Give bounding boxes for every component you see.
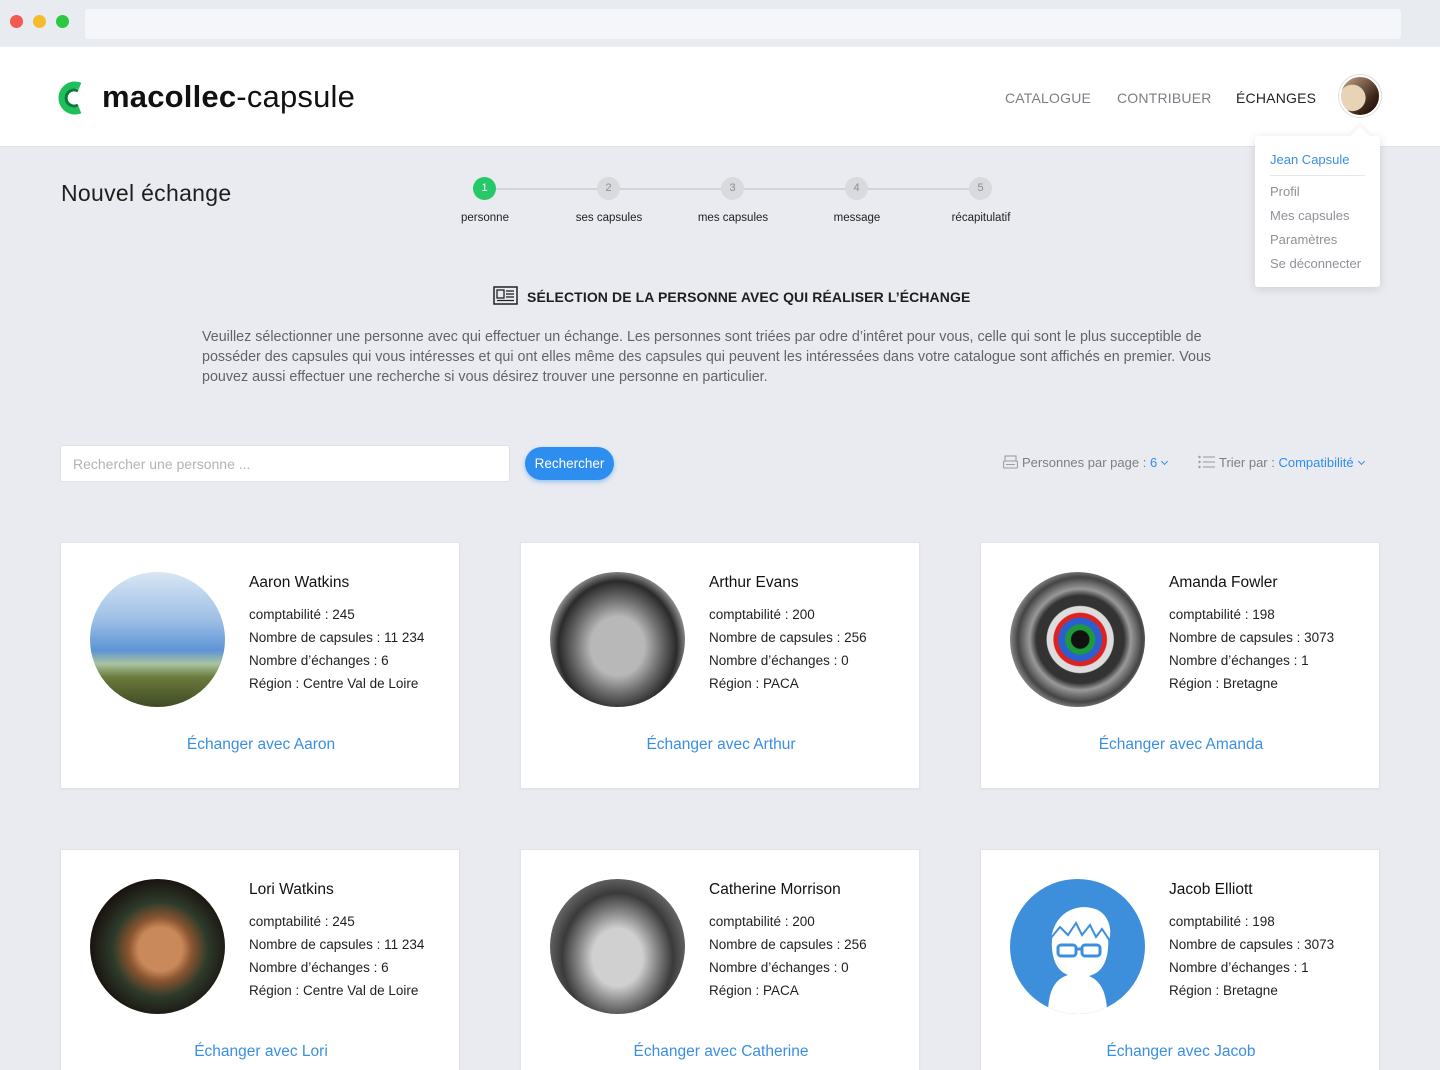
- person-compat: comptabilité : 198: [1169, 607, 1275, 622]
- nav-catalogue[interactable]: CATALOGUE: [1005, 90, 1091, 106]
- site-header: macollec-capsule CATALOGUE CONTRIBUER ÉC…: [0, 47, 1440, 147]
- sort-value[interactable]: Compatibilité: [1278, 455, 1353, 470]
- step-1-label: personne: [461, 212, 509, 224]
- per-page-label: Personnes par page :: [1022, 455, 1147, 470]
- person-compat: comptabilité : 245: [249, 914, 355, 929]
- person-echanges: Nombre d’échanges : 0: [709, 960, 849, 975]
- person-card: Amanda Fowler comptabilité : 198 Nombre …: [980, 542, 1380, 789]
- logo-bold: macollec: [102, 79, 237, 114]
- sort-label: Trier par :: [1219, 455, 1275, 470]
- divider: [1270, 175, 1365, 176]
- exchange-link[interactable]: Échanger avec Arthur: [521, 736, 921, 754]
- person-region: Région : Centre Val de Loire: [249, 676, 419, 691]
- maximize-window-icon[interactable]: [56, 15, 69, 28]
- browser-chrome: [0, 0, 1440, 47]
- avatar: [1010, 879, 1145, 1014]
- section-title: SÉLECTION DE LA PERSONNE AVEC QUI RÉALIS…: [527, 289, 971, 305]
- user-menu-name[interactable]: Jean Capsule: [1270, 152, 1350, 167]
- person-echanges: Nombre d’échanges : 6: [249, 960, 389, 975]
- person-card: Aaron Watkins comptabilité : 245 Nombre …: [60, 542, 460, 789]
- person-echanges: Nombre d’échanges : 1: [1169, 653, 1309, 668]
- person-capsules: Nombre de capsules : 3073: [1169, 630, 1335, 645]
- avatar: [90, 572, 225, 707]
- search-button[interactable]: Rechercher: [525, 447, 614, 480]
- page-title: Nouvel échange: [61, 180, 232, 206]
- step-5-dot: 5: [969, 177, 992, 200]
- person-name: Arthur Evans: [709, 574, 799, 591]
- person-compat: comptabilité : 200: [709, 607, 815, 622]
- person-compat: comptabilité : 245: [249, 607, 355, 622]
- person-card: Lori Watkins comptabilité : 245 Nombre d…: [60, 849, 460, 1070]
- step-3-label: mes capsules: [697, 212, 769, 224]
- nav-contribuer[interactable]: CONTRIBUER: [1117, 90, 1212, 106]
- avatar: [550, 879, 685, 1014]
- step-2-label: ses capsules: [575, 212, 643, 224]
- person-capsules: Nombre de capsules : 256: [709, 630, 867, 645]
- person-region: Région : Bretagne: [1169, 676, 1278, 691]
- step-4-dot: 4: [845, 177, 868, 200]
- address-bar[interactable]: [85, 9, 1401, 39]
- person-name: Catherine Morrison: [709, 881, 841, 898]
- exchange-link[interactable]: Échanger avec Aaron: [61, 736, 461, 754]
- tray-icon: [1003, 455, 1018, 469]
- id-card-icon: [493, 286, 518, 305]
- menu-item-profil[interactable]: Profil: [1270, 184, 1300, 199]
- avatar: [90, 879, 225, 1014]
- person-region: Région : PACA: [709, 676, 799, 691]
- person-card: Arthur Evans comptabilité : 200 Nombre d…: [520, 542, 920, 789]
- person-region: Région : Bretagne: [1169, 983, 1278, 998]
- person-card: Catherine Morrison comptabilité : 200 No…: [520, 849, 920, 1070]
- person-name: Amanda Fowler: [1169, 574, 1278, 591]
- logo-icon[interactable]: [58, 79, 88, 117]
- chevron-down-icon[interactable]: [1161, 457, 1169, 466]
- intro-text: Veuillez sélectionner une personne avec …: [202, 329, 1212, 385]
- person-capsules: Nombre de capsules : 256: [709, 937, 867, 952]
- list-icon: [1198, 455, 1215, 469]
- step-3-dot: 3: [721, 177, 744, 200]
- person-region: Région : PACA: [709, 983, 799, 998]
- step-4-label: message: [833, 212, 881, 224]
- person-capsules: Nombre de capsules : 11 234: [249, 630, 425, 645]
- person-compat: comptabilité : 198: [1169, 914, 1275, 929]
- menu-item-mes-capsules[interactable]: Mes capsules: [1270, 208, 1349, 223]
- per-page-value[interactable]: 6: [1150, 455, 1157, 470]
- person-card: Jacob Elliott comptabilité : 198 Nombre …: [980, 849, 1380, 1070]
- person-capsules: Nombre de capsules : 3073: [1169, 937, 1335, 952]
- step-5-label: récapitulatif: [951, 212, 1011, 224]
- nav-echanges[interactable]: ÉCHANGES: [1236, 90, 1316, 106]
- person-echanges: Nombre d’échanges : 1: [1169, 960, 1309, 975]
- exchange-link[interactable]: Échanger avec Catherine: [521, 1043, 921, 1061]
- person-region: Région : Centre Val de Loire: [249, 983, 419, 998]
- user-menu-dropdown: Jean Capsule Profil Mes capsules Paramèt…: [1255, 136, 1380, 287]
- person-name: Lori Watkins: [249, 881, 334, 898]
- logo-text[interactable]: macollec-capsule: [102, 79, 355, 115]
- step-1-dot[interactable]: 1: [473, 177, 496, 200]
- menu-item-deconnecter[interactable]: Se déconnecter: [1270, 256, 1361, 271]
- chevron-down-icon[interactable]: [1357, 457, 1365, 466]
- minimize-window-icon[interactable]: [33, 15, 46, 28]
- avatar: [1010, 572, 1145, 707]
- person-capsules: Nombre de capsules : 11 234: [249, 937, 425, 952]
- close-window-icon[interactable]: [10, 15, 23, 28]
- exchange-link[interactable]: Échanger avec Jacob: [981, 1043, 1381, 1061]
- default-avatar-icon: [1048, 905, 1113, 1014]
- search-input[interactable]: [60, 445, 510, 482]
- exchange-link[interactable]: Échanger avec Amanda: [981, 736, 1381, 754]
- per-page-control[interactable]: Personnes par page : 6: [1003, 455, 1169, 470]
- person-echanges: Nombre d’échanges : 0: [709, 653, 849, 668]
- step-2-dot: 2: [597, 177, 620, 200]
- sort-control[interactable]: Trier par : Compatibilité: [1198, 455, 1365, 470]
- logo-rest: -capsule: [236, 79, 356, 114]
- person-compat: comptabilité : 200: [709, 914, 815, 929]
- person-name: Jacob Elliott: [1169, 881, 1253, 898]
- person-echanges: Nombre d’échanges : 6: [249, 653, 389, 668]
- user-avatar[interactable]: [1339, 75, 1381, 117]
- person-name: Aaron Watkins: [249, 574, 350, 591]
- menu-item-parametres[interactable]: Paramètres: [1270, 232, 1337, 247]
- avatar: [550, 572, 685, 707]
- exchange-link[interactable]: Échanger avec Lori: [61, 1043, 461, 1061]
